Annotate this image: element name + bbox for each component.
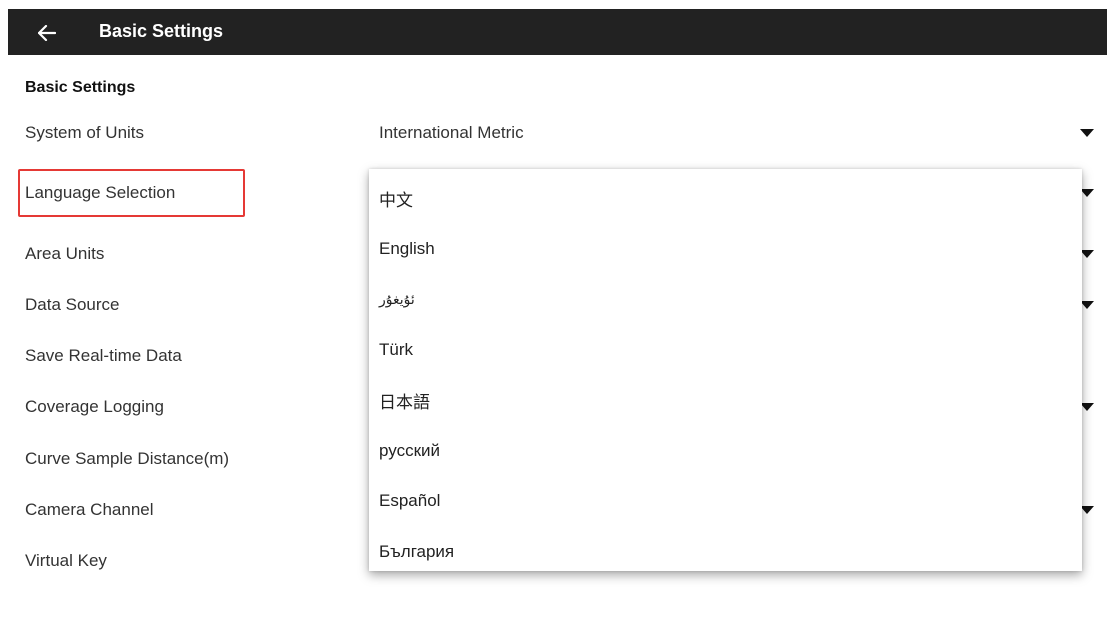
app-header: Basic Settings	[8, 9, 1107, 55]
language-option-english[interactable]: English	[369, 224, 1082, 275]
setting-label: Camera Channel	[25, 500, 154, 519]
arrow-left-icon[interactable]	[36, 22, 58, 44]
setting-label: Curve Sample Distance(m)	[25, 449, 230, 468]
language-dropdown-menu: 中文 English ئۇيغۇر Türk 日本語 русский Españ…	[369, 169, 1082, 571]
setting-row-system-of-units[interactable]: System of Units International Metric	[8, 108, 1107, 158]
language-option-chinese[interactable]: 中文	[369, 173, 1082, 224]
dropdown-arrow-icon[interactable]	[1080, 129, 1094, 137]
setting-label: System of Units	[25, 123, 145, 142]
language-option-spanish[interactable]: Español	[369, 476, 1082, 527]
setting-value[interactable]: International Metric	[379, 123, 524, 143]
page-title: Basic Settings	[99, 21, 224, 41]
setting-label: Virtual Key	[25, 551, 107, 570]
dropdown-arrow-icon[interactable]	[1080, 301, 1094, 309]
dropdown-arrow-icon[interactable]	[1080, 189, 1094, 197]
language-option-bulgarian[interactable]: България	[369, 527, 1082, 578]
dropdown-arrow-icon[interactable]	[1080, 403, 1094, 411]
setting-label: Coverage Logging	[25, 397, 164, 416]
section-title: Basic Settings	[25, 79, 136, 96]
language-option-japanese[interactable]: 日本語	[369, 375, 1082, 426]
setting-label: Data Source	[25, 295, 120, 314]
setting-label: Save Real-time Data	[25, 346, 182, 365]
dropdown-arrow-icon[interactable]	[1080, 506, 1094, 514]
language-option-turkish[interactable]: Türk	[369, 325, 1082, 376]
setting-label: Language Selection	[25, 183, 176, 202]
setting-label: Area Units	[25, 244, 105, 263]
dropdown-arrow-icon[interactable]	[1080, 250, 1094, 258]
language-option-russian[interactable]: русский	[369, 426, 1082, 477]
language-option-uyghur[interactable]: ئۇيغۇر	[369, 274, 1082, 325]
